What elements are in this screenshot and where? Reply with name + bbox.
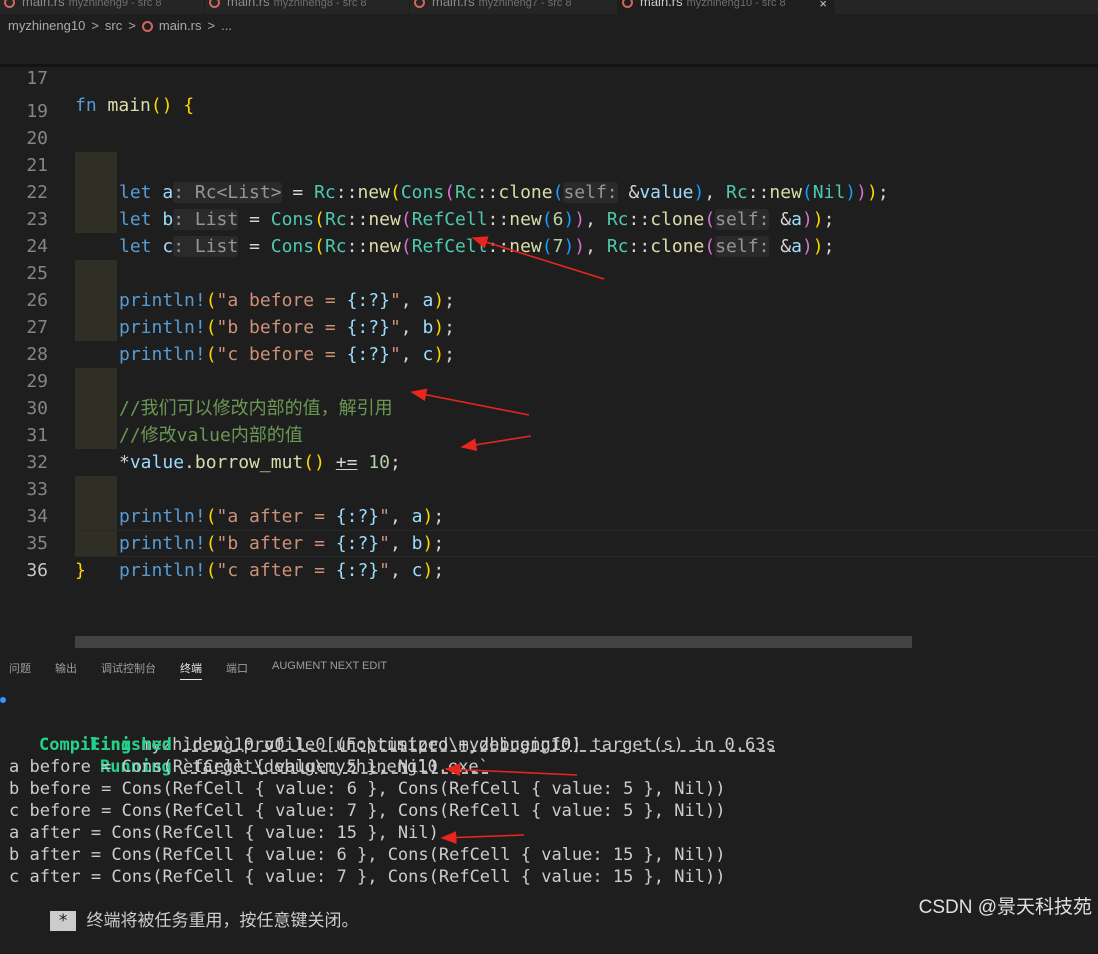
code-line[interactable]: 29 //修改value内部的值: [0, 341, 1098, 446]
chevron-right-icon: >: [207, 18, 216, 33]
close-icon[interactable]: ×: [819, 0, 827, 11]
rust-file-icon: [414, 0, 425, 8]
chevron-right-icon: >: [128, 18, 136, 33]
task-reuse-marker: *: [49, 911, 77, 931]
tab-main-rs-myzhineng9[interactable]: main.rs myzhineng9 - src 8: [0, 0, 205, 14]
tab-main-rs-myzhineng8[interactable]: main.rs myzhineng8 - src 8: [205, 0, 410, 14]
terminal-line: Compiling myzhineng10 v0.1.0 (F:\rustpro…: [0, 690, 1000, 755]
chevron-right-icon: >: [91, 18, 99, 33]
code-text: println!("c after = {:?}", c);: [119, 560, 445, 581]
rust-file-icon: [4, 0, 15, 8]
rust-file-icon: [209, 0, 220, 8]
rust-file-icon: [622, 0, 633, 8]
tab-ports[interactable]: 端口: [226, 660, 248, 676]
code-line[interactable]: 31: [0, 395, 1098, 446]
terminal-line: b after = Cons(RefCell { value: 6 }, Con…: [9, 845, 726, 865]
panel-tab-bar: 问题 输出 调试控制台 终端 端口 AUGMENT NEXT EDIT: [0, 655, 1098, 680]
breadcrumb: myzhineng10 > src > main.rs >...: [0, 14, 1098, 38]
code-line[interactable]: 35 }: [0, 503, 1098, 581]
sticky-scroll-shadow: [0, 64, 1098, 67]
terminal-line: Running `target\debug\myzhineng10.exe`: [59, 734, 489, 777]
terminal-line: Finished `dev` profile [unoptimized + de…: [49, 712, 776, 755]
tab-terminal[interactable]: 终端: [180, 660, 202, 680]
code-line[interactable]: 28 //我们可以修改内部的值，解引用: [0, 314, 1098, 419]
code-line[interactable]: 26 println!("c before = {:?}", c);: [0, 260, 1098, 365]
tab-output[interactable]: 输出: [55, 660, 77, 676]
tab-main-rs-myzhineng10[interactable]: main.rs myzhineng10 - src 8 ×: [618, 0, 834, 14]
terminal-line: a before = Cons(RefCell { value: 5 }, Ni…: [9, 757, 439, 777]
line-number: 36: [26, 560, 48, 581]
code-line[interactable]: 22 let c: List = Cons(Rc::new(RefCell::n…: [0, 152, 1098, 257]
code-editor[interactable]: 17 fn main() { 19 20 let a: Rc<List> = R…: [0, 38, 1098, 648]
code-line[interactable]: 34 println!("c after = {:?}", c);: [0, 476, 1098, 581]
code-line[interactable]: 32 println!("a after = {:?}", a);: [0, 422, 1098, 527]
code-line[interactable]: 25 println!("b before = {:?}", b);: [0, 233, 1098, 338]
code-line[interactable]: 33 println!("b after = {:?}", b);: [0, 449, 1098, 554]
tab-main-rs-myzhineng7[interactable]: main.rs myzhineng7 - src 8: [410, 0, 618, 14]
horizontal-scrollbar[interactable]: [75, 636, 912, 648]
tab-problems[interactable]: 问题: [9, 660, 31, 676]
command-status-dot-icon: [0, 697, 6, 703]
annotation-arrow: [440, 831, 525, 844]
breadcrumb-folder[interactable]: src: [105, 18, 122, 33]
terminal-line: * 终端将被任务重用，按任意键关闭。: [9, 888, 358, 931]
terminal-line: a after = Cons(RefCell { value: 15 }, Ni…: [9, 823, 439, 843]
watermark: CSDN @景天科技苑: [918, 897, 1092, 918]
terminal-line: c before = Cons(RefCell { value: 7 }, Co…: [9, 801, 726, 821]
breadcrumb-project[interactable]: myzhineng10: [8, 18, 85, 33]
code-line[interactable]: 21 let b: List = Cons(Rc::new(RefCell::n…: [0, 125, 1098, 230]
code-line[interactable]: 19: [0, 71, 1098, 122]
code-line[interactable]: 24 println!("a before = {:?}", a);: [0, 206, 1098, 311]
code-line-current[interactable]: 36: [0, 530, 1098, 581]
breadcrumb-file[interactable]: main.rs: [159, 18, 202, 33]
editor-tab-bar: main.rs myzhineng9 - src 8 main.rs myzhine…: [0, 0, 1098, 14]
code-line[interactable]: 27: [0, 287, 1098, 338]
code-line[interactable]: 30 *value.borrow_mut() += 10;: [0, 368, 1098, 473]
tab-debug-console[interactable]: 调试控制台: [101, 660, 156, 676]
code-line[interactable]: 20 let a: Rc<List> = Rc::new(Cons(Rc::cl…: [0, 98, 1098, 203]
terminal-line: b before = Cons(RefCell { value: 6 }, Co…: [9, 779, 726, 799]
terminal-line: c after = Cons(RefCell { value: 7 }, Con…: [9, 867, 726, 887]
breadcrumb-more[interactable]: ...: [221, 18, 232, 33]
terminal-text: 终端将被任务重用，按任意键关闭。: [86, 911, 359, 931]
rust-file-icon: [141, 21, 153, 32]
code-line[interactable]: 23: [0, 179, 1098, 230]
code-text: }: [75, 560, 86, 581]
sticky-scroll-line[interactable]: 17 fn main() {: [0, 38, 1098, 116]
tab-augment-next-edit[interactable]: AUGMENT NEXT EDIT: [272, 660, 387, 672]
